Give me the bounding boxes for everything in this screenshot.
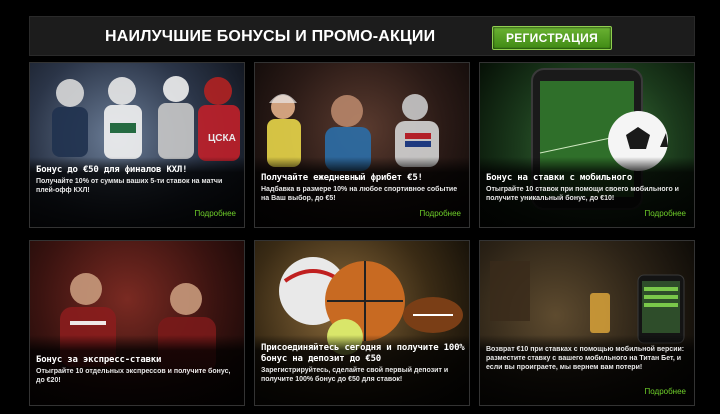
- more-link[interactable]: Подробнее: [420, 209, 462, 218]
- more-link[interactable]: Подробнее: [195, 209, 237, 218]
- promo-card-freebet[interactable]: Получайте ежедневный фрибет €5! Надбавка…: [254, 62, 470, 228]
- card-title: Бонус на ставки с мобильного: [486, 173, 633, 183]
- promo-card-khl[interactable]: ЦСКА Бонус до €50 для финалов КХЛ! Получ…: [29, 62, 245, 228]
- card-title: Получайте ежедневный фрибет €5!: [261, 173, 423, 183]
- promo-card-express[interactable]: Бонус за экспресс-ставки Отыграйте 10 от…: [29, 240, 245, 406]
- promo-card-titan[interactable]: Возврат €10 при ставках с помощью мобиль…: [479, 240, 695, 406]
- card-description: Надбавка в размере 10% на любое спортивн…: [261, 186, 458, 202]
- promo-card-deposit[interactable]: Присоединяйтесь сегодня и получите 100% …: [254, 240, 470, 406]
- register-button[interactable]: РЕГИСТРАЦИЯ: [492, 26, 612, 50]
- more-link[interactable]: Подробнее: [645, 387, 687, 396]
- card-title: Присоединяйтесь сегодня и получите 100% …: [261, 343, 465, 364]
- card-title: Бонус до €50 для финалов КХЛ!: [36, 165, 188, 175]
- more-link[interactable]: Подробнее: [645, 209, 687, 218]
- card-title: Бонус за экспресс-ставки: [36, 355, 162, 365]
- card-description: Отыграйте 10 отдельных экспрессов и полу…: [36, 368, 231, 384]
- card-description: Возврат €10 при ставках с помощью мобиль…: [486, 346, 685, 371]
- card-description: Получайте 10% от суммы ваших 5-ти ставок…: [36, 178, 223, 194]
- promo-card-mobile[interactable]: Бонус на ставки с мобильного Отыграйте 1…: [479, 62, 695, 228]
- page-title: НАИЛУЧШИЕ БОНУСЫ И ПРОМО-АКЦИИ: [105, 28, 436, 45]
- promo-header: НАИЛУЧШИЕ БОНУСЫ И ПРОМО-АКЦИИ РЕГИСТРАЦ…: [29, 16, 695, 56]
- card-description: Отыграйте 10 ставок при помощи своего мо…: [486, 186, 679, 202]
- svg-text:ЦСКА: ЦСКА: [208, 133, 236, 144]
- card-description: Зарегистрируйтесь, сделайте свой первый …: [261, 367, 449, 383]
